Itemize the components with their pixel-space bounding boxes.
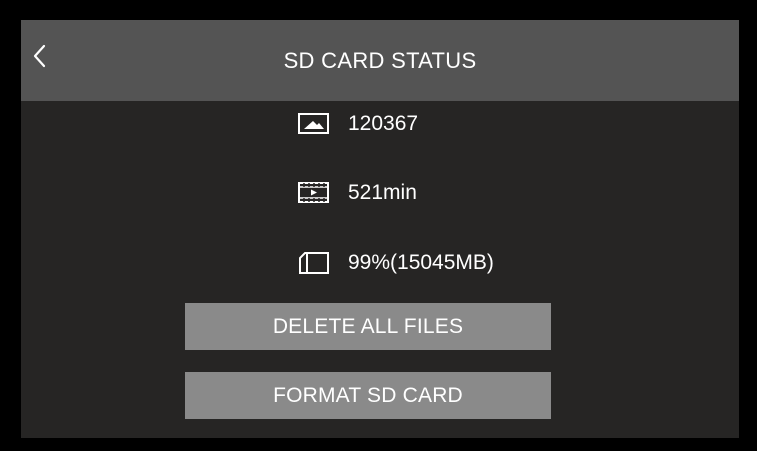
photo-count-row: 120367: [298, 107, 418, 141]
header-bar: SD CARD STATUS: [21, 20, 739, 101]
video-duration-row: 521min: [298, 176, 417, 210]
back-button[interactable]: [27, 38, 57, 78]
chevron-left-icon: [33, 44, 46, 68]
storage-usage-row: 99%(15045MB): [298, 246, 494, 280]
sd-card-status-screen: SD CARD STATUS 120367 521min 99%(15045MB…: [21, 20, 739, 438]
format-sd-card-button[interactable]: FORMAT SD CARD: [185, 372, 551, 419]
image-icon: [298, 111, 334, 137]
video-duration-value: 521min: [348, 181, 417, 204]
page-title: SD CARD STATUS: [283, 48, 477, 73]
delete-all-files-button[interactable]: DELETE ALL FILES: [185, 303, 551, 350]
film-icon: [298, 180, 334, 206]
storage-usage-value: 99%(15045MB): [348, 251, 494, 274]
photo-count-value: 120367: [348, 112, 419, 135]
sd-card-icon: [298, 250, 334, 276]
